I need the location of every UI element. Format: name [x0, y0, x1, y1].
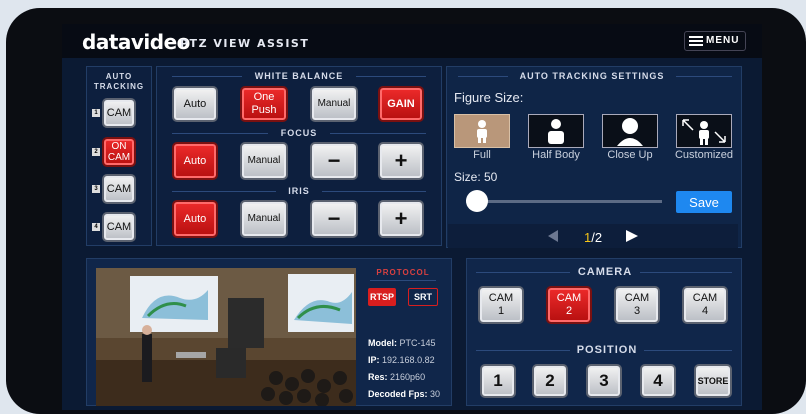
wb-gain-button[interactable]: GAIN	[378, 86, 424, 122]
iris-manual-button[interactable]: Manual	[240, 200, 288, 238]
person-customized-icon	[682, 119, 726, 145]
protocol-title: PROTOCOL	[376, 268, 430, 277]
focus-title: FOCUS	[280, 128, 318, 138]
iris-plus-button[interactable]: +	[378, 200, 424, 238]
model-info: Model: PTC-145	[368, 338, 436, 348]
position-title: POSITION	[576, 344, 638, 356]
figure-close-up-option[interactable]	[602, 114, 658, 148]
auto-cam-number: 2	[92, 148, 100, 156]
position-store-button[interactable]: STORE	[694, 364, 732, 398]
iris-minus-button[interactable]: −	[310, 200, 358, 238]
camera-3-button[interactable]: CAM 3	[614, 286, 660, 324]
divider	[640, 272, 732, 273]
divider	[322, 191, 426, 192]
top-bar: datavideo PTZ VIEW ASSIST MENU	[62, 24, 762, 58]
camera-title: CAMERA	[577, 266, 633, 278]
auto-tracking-cam-2-button[interactable]: ON CAM	[102, 137, 136, 167]
srt-button[interactable]: SRT	[408, 288, 438, 306]
divider	[330, 133, 426, 134]
tracking-settings-title: AUTO TRACKING SETTINGS	[519, 71, 665, 81]
camera-2-button[interactable]: CAM 2	[546, 286, 592, 324]
hamburger-icon	[689, 36, 703, 46]
camera-1-button[interactable]: CAM 1	[478, 286, 524, 324]
fps-info: Decoded Fps: 30	[368, 389, 441, 399]
white-balance-title: WHITE BALANCE	[254, 71, 344, 81]
divider	[172, 133, 268, 134]
brand-logo: datavideo	[82, 30, 190, 54]
focus-minus-button[interactable]: −	[310, 142, 358, 180]
focus-auto-button[interactable]: Auto	[172, 142, 218, 180]
divider	[356, 76, 426, 77]
size-slider-track[interactable]	[466, 200, 662, 203]
auto-tracking-title: AUTO TRACKING	[93, 72, 145, 91]
wb-one-push-button[interactable]: One Push	[240, 86, 288, 122]
divider	[644, 350, 732, 351]
minus-icon: −	[327, 148, 341, 174]
lecture-hall-image	[96, 268, 356, 406]
auto-cam-number: 1	[92, 109, 100, 117]
wb-auto-button[interactable]: Auto	[172, 86, 218, 122]
person-close-up-icon	[617, 118, 643, 146]
divider	[476, 350, 570, 351]
page-indicator: 1/2	[584, 230, 602, 245]
divider	[458, 76, 508, 77]
auto-cam-number: 3	[92, 185, 100, 193]
auto-tracking-cam-4-button[interactable]: CAM	[102, 212, 136, 242]
previous-page-icon[interactable]	[548, 230, 560, 242]
figure-customized-option[interactable]	[676, 114, 732, 148]
auto-tracking-cam-3-button[interactable]: CAM	[102, 174, 136, 204]
figure-full-option[interactable]	[454, 114, 510, 148]
focus-plus-button[interactable]: +	[378, 142, 424, 180]
figure-option-label: Customized	[674, 149, 734, 161]
next-page-icon[interactable]	[626, 230, 638, 242]
position-2-button[interactable]: 2	[532, 364, 568, 398]
position-4-button[interactable]: 4	[640, 364, 676, 398]
figure-half-body-option[interactable]	[528, 114, 584, 148]
divider	[172, 191, 276, 192]
person-half-body-icon	[548, 119, 564, 144]
divider	[370, 280, 436, 281]
menu-label: MENU	[706, 35, 740, 46]
iris-auto-button[interactable]: Auto	[172, 200, 218, 238]
rtsp-button[interactable]: RTSP	[368, 288, 396, 306]
auto-cam-number: 4	[92, 223, 100, 231]
position-3-button[interactable]: 3	[586, 364, 622, 398]
divider	[676, 76, 732, 77]
person-full-icon	[477, 120, 487, 143]
iris-title: IRIS	[288, 186, 310, 196]
focus-manual-button[interactable]: Manual	[240, 142, 288, 180]
plus-icon: +	[394, 206, 408, 232]
ip-info: IP: 192.168.0.82	[368, 355, 435, 365]
divider	[476, 272, 570, 273]
size-slider-thumb[interactable]	[465, 190, 488, 212]
figure-size-label: Figure Size:	[454, 90, 524, 105]
plus-icon: +	[394, 148, 408, 174]
page-total: /2	[591, 230, 603, 245]
size-label: Size: 50	[454, 170, 498, 184]
wb-manual-button[interactable]: Manual	[310, 86, 358, 122]
save-button[interactable]: Save	[676, 191, 732, 213]
camera-preview-video	[96, 268, 356, 406]
camera-4-button[interactable]: CAM 4	[682, 286, 728, 324]
auto-tracking-cam-1-button[interactable]: CAM	[102, 98, 136, 128]
menu-button[interactable]: MENU	[684, 31, 746, 51]
minus-icon: −	[327, 206, 341, 232]
position-1-button[interactable]: 1	[480, 364, 516, 398]
resolution-info: Res: 2160p60	[368, 372, 426, 382]
divider	[172, 76, 242, 77]
app-title: PTZ VIEW ASSIST	[180, 37, 310, 50]
